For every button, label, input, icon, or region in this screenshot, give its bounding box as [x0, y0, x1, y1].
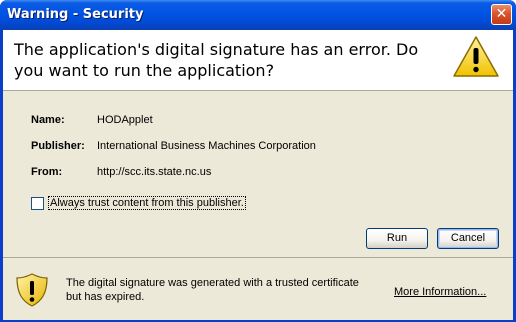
from-value: http://scc.its.state.nc.us: [97, 166, 212, 178]
close-button[interactable]: ✕: [491, 4, 512, 25]
more-information-label[interactable]: More Information...: [394, 286, 486, 298]
shield-warning-icon: [16, 273, 48, 307]
from-label: From:: [31, 166, 63, 178]
always-trust-checkbox[interactable]: [31, 197, 44, 210]
cancel-button[interactable]: Cancel: [437, 228, 499, 249]
name-value: HODApplet: [97, 114, 153, 126]
security-warning-dialog: Warning - Security ✕ The application's d…: [0, 0, 516, 322]
always-trust-label[interactable]: Always trust content from this publisher…: [48, 196, 246, 210]
header-panel: The application's digital signature has …: [3, 30, 513, 91]
footer-panel: The digital signature was generated with…: [3, 257, 513, 320]
footer-message: The digital signature was generated with…: [66, 277, 359, 303]
more-information-link[interactable]: More Information...: [394, 286, 486, 298]
warning-triangle-icon: [453, 36, 499, 77]
publisher-value: International Business Machines Corporat…: [97, 140, 316, 152]
run-button[interactable]: Run: [366, 228, 428, 249]
window-title: Warning - Security: [7, 7, 144, 22]
warning-message: The application's digital signature has …: [14, 40, 419, 80]
dialog-body: The application's digital signature has …: [3, 30, 513, 320]
title-bar[interactable]: Warning - Security ✕: [0, 0, 516, 30]
name-label: Name:: [31, 114, 65, 126]
publisher-label: Publisher:: [31, 140, 85, 152]
